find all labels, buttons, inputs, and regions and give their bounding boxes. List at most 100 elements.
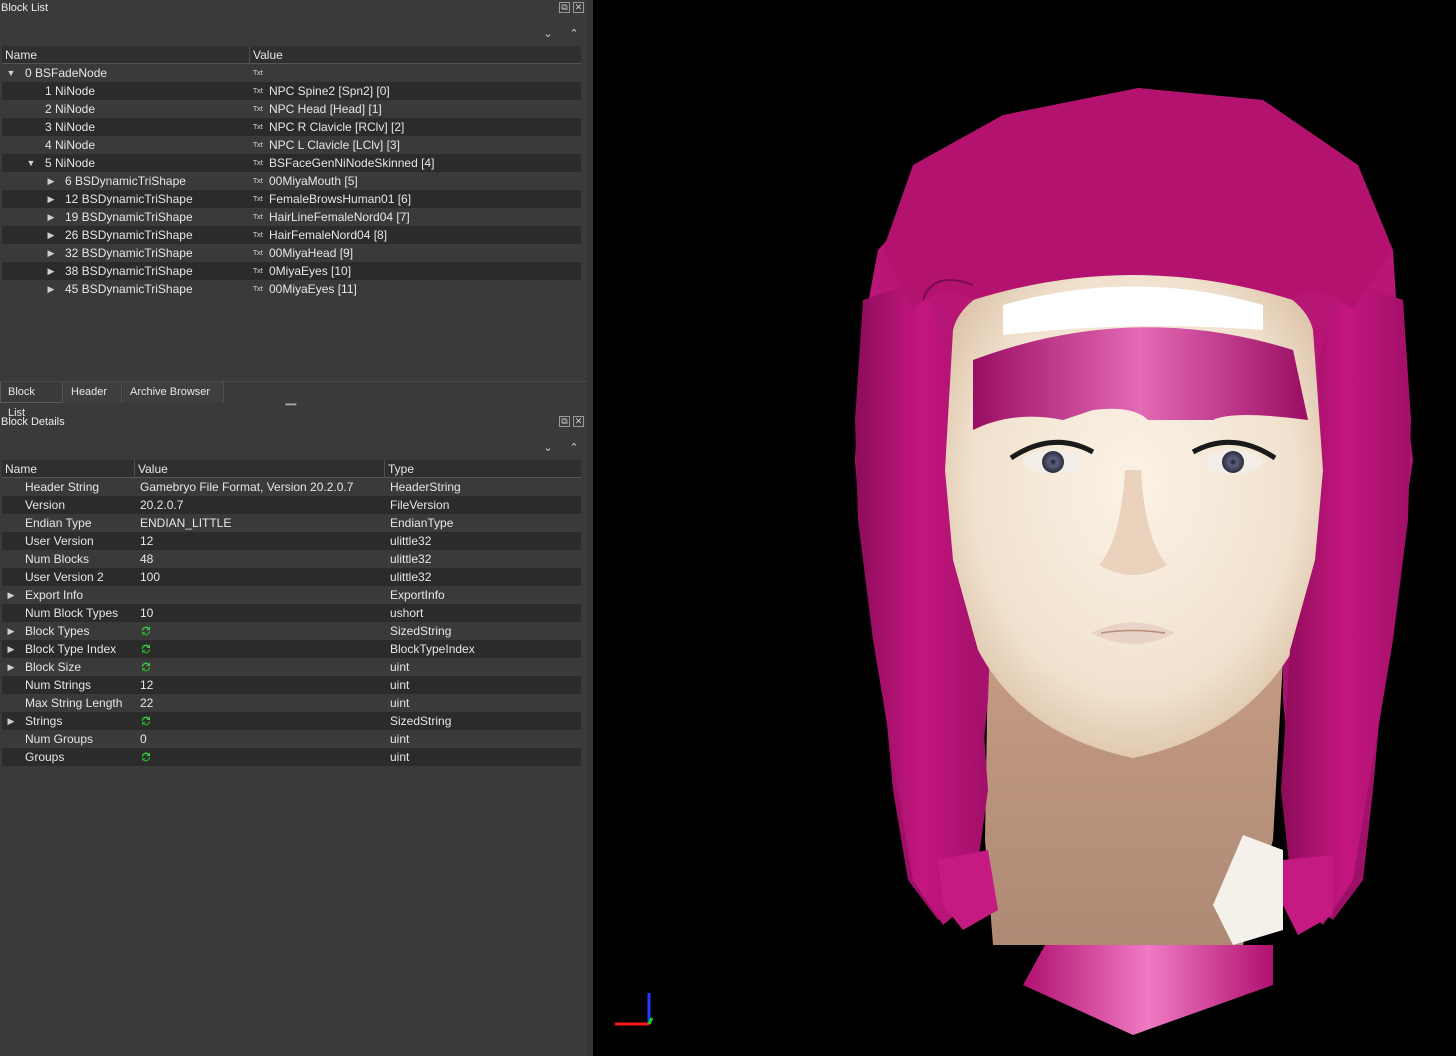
block-list-row[interactable]: 4 NiNode Txt NPC L Clavicle [LClv] [3] bbox=[2, 136, 581, 154]
detail-row[interactable]: ▶ Strings SizedString bbox=[2, 712, 581, 730]
detail-row[interactable]: ▶ Block Size uint bbox=[2, 658, 581, 676]
field-type: ulittle32 bbox=[390, 552, 432, 566]
column-header-type[interactable]: Type bbox=[385, 460, 581, 478]
block-list-row[interactable]: ▶ 19 BSDynamicTriShape Txt HairLineFemaleNo… bbox=[2, 208, 581, 226]
field-name: Groups bbox=[25, 750, 65, 764]
block-value: Txt HairLineFemaleNord04 [7] bbox=[253, 208, 581, 226]
field-name: User Version 2 bbox=[25, 570, 104, 584]
tab-header[interactable]: Header bbox=[64, 382, 122, 403]
splitter-grip-icon[interactable]: •••••• bbox=[285, 400, 303, 409]
block-list-row[interactable]: 2 NiNode Txt NPC Head [Head] [1] bbox=[2, 100, 581, 118]
block-list-tree[interactable]: Name Value ▼ 0 BSFadeNode Txt 1 NiNode Txt NP… bbox=[2, 46, 581, 298]
field-value[interactable] bbox=[140, 748, 385, 766]
field-value[interactable]: 10 bbox=[140, 604, 385, 622]
block-list-row[interactable]: ▶ 38 BSDynamicTriShape Txt 0MiyaEyes [10] bbox=[2, 262, 581, 280]
expand-arrow-icon[interactable]: ▶ bbox=[6, 658, 16, 676]
expand-arrow-icon[interactable]: ▶ bbox=[46, 280, 56, 298]
column-header-value[interactable]: Value bbox=[135, 460, 385, 478]
field-value[interactable]: ENDIAN_LITTLE bbox=[140, 514, 385, 532]
expand-arrow-icon[interactable]: ▶ bbox=[46, 226, 56, 244]
refresh-array-icon[interactable] bbox=[140, 661, 152, 673]
detail-row[interactable]: ▶ Block Type Index BlockTypeIndex bbox=[2, 640, 581, 658]
field-value[interactable]: Gamebryo File Format, Version 20.2.0.7 bbox=[140, 478, 385, 496]
block-list-row[interactable]: ▶ 45 BSDynamicTriShape Txt 00MiyaEyes [11] bbox=[2, 280, 581, 298]
float-icon[interactable]: ⧉ bbox=[559, 416, 570, 427]
column-header-name[interactable]: Name bbox=[2, 46, 250, 64]
expand-arrow-icon[interactable]: ▶ bbox=[46, 190, 56, 208]
close-icon[interactable]: ✕ bbox=[573, 416, 584, 427]
detail-row[interactable]: Version 20.2.0.7 FileVersion bbox=[2, 496, 581, 514]
block-list-row[interactable]: ▶ 32 BSDynamicTriShape Txt 00MiyaHead [9] bbox=[2, 244, 581, 262]
block-list-row[interactable]: ▼ 5 NiNode Txt BSFaceGenNiNodeSkinned [4] bbox=[2, 154, 581, 172]
field-name: Block Type Index bbox=[25, 642, 117, 656]
field-type: FileVersion bbox=[390, 498, 450, 512]
detail-row[interactable]: Num Blocks 48 ulittle32 bbox=[2, 550, 581, 568]
expand-all-icon[interactable]: ⌃ bbox=[567, 439, 581, 457]
render-viewport[interactable] bbox=[593, 0, 1456, 1056]
block-list-toolbar: ⌄ ⌃ bbox=[531, 25, 581, 43]
collapse-arrow-icon[interactable]: ▼ bbox=[6, 64, 16, 82]
expand-arrow-icon[interactable]: ▶ bbox=[6, 712, 16, 730]
field-value[interactable]: 22 bbox=[140, 694, 385, 712]
expand-arrow-icon[interactable]: ▶ bbox=[46, 262, 56, 280]
block-name: 6 BSDynamicTriShape bbox=[65, 174, 186, 188]
block-details-table[interactable]: Name Value Type Header String Gamebryo Fi… bbox=[2, 460, 581, 766]
block-value: Txt BSFaceGenNiNodeSkinned [4] bbox=[253, 154, 581, 172]
column-header-name[interactable]: Name bbox=[2, 460, 135, 478]
block-list-row[interactable]: ▶ 26 BSDynamicTriShape Txt HairFemaleNord04… bbox=[2, 226, 581, 244]
field-value[interactable] bbox=[140, 640, 385, 658]
block-details-titlebar[interactable]: Block Details ⧉ ✕ bbox=[0, 414, 587, 432]
refresh-array-icon[interactable] bbox=[140, 751, 152, 763]
expand-arrow-icon[interactable]: ▶ bbox=[46, 208, 56, 226]
field-value[interactable]: 0 bbox=[140, 730, 385, 748]
field-value[interactable]: 48 bbox=[140, 550, 385, 568]
collapse-all-icon[interactable]: ⌄ bbox=[541, 25, 555, 43]
tab-block-list[interactable]: Block List bbox=[0, 382, 63, 419]
collapse-arrow-icon[interactable]: ▼ bbox=[26, 154, 36, 172]
block-list-title: Block List bbox=[1, 2, 49, 14]
text-type-icon: Txt bbox=[253, 285, 263, 293]
detail-row[interactable]: Groups uint bbox=[2, 748, 581, 766]
expand-arrow-icon[interactable]: ▶ bbox=[46, 172, 56, 190]
block-name: 32 BSDynamicTriShape bbox=[65, 246, 193, 260]
field-value[interactable]: 12 bbox=[140, 676, 385, 694]
field-value[interactable] bbox=[140, 622, 385, 640]
detail-row[interactable]: Num Groups 0 uint bbox=[2, 730, 581, 748]
expand-all-icon[interactable]: ⌃ bbox=[567, 25, 581, 43]
detail-row[interactable]: ▶ Export Info ExportInfo bbox=[2, 586, 581, 604]
expand-arrow-icon[interactable]: ▶ bbox=[46, 244, 56, 262]
field-value[interactable] bbox=[140, 586, 385, 604]
expand-arrow-icon[interactable]: ▶ bbox=[6, 586, 16, 604]
expand-arrow-icon[interactable]: ▶ bbox=[6, 640, 16, 658]
block-list-titlebar[interactable]: Block List ⧉ ✕ bbox=[0, 0, 587, 18]
refresh-array-icon[interactable] bbox=[140, 643, 152, 655]
collapse-all-icon[interactable]: ⌄ bbox=[541, 439, 555, 457]
field-value[interactable]: 100 bbox=[140, 568, 385, 586]
block-list-row[interactable]: ▼ 0 BSFadeNode Txt bbox=[2, 64, 581, 82]
detail-row[interactable]: Header String Gamebryo File Format, Versi… bbox=[2, 478, 581, 496]
field-value[interactable]: 12 bbox=[140, 532, 385, 550]
block-list-row[interactable]: 3 NiNode Txt NPC R Clavicle [RClv] [2] bbox=[2, 118, 581, 136]
tab-archive-browser[interactable]: Archive Browser bbox=[123, 382, 224, 403]
block-list-row[interactable]: 1 NiNode Txt NPC Spine2 [Spn2] [0] bbox=[2, 82, 581, 100]
detail-row[interactable]: Max String Length 22 uint bbox=[2, 694, 581, 712]
refresh-array-icon[interactable] bbox=[140, 715, 152, 727]
detail-row[interactable]: Num Strings 12 uint bbox=[2, 676, 581, 694]
refresh-array-icon[interactable] bbox=[140, 625, 152, 637]
detail-row[interactable]: User Version 12 ulittle32 bbox=[2, 532, 581, 550]
block-list-row[interactable]: ▶ 6 BSDynamicTriShape Txt 00MiyaMouth [5] bbox=[2, 172, 581, 190]
detail-row[interactable]: Num Block Types 10 ushort bbox=[2, 604, 581, 622]
block-value: Txt HairFemaleNord04 [8] bbox=[253, 226, 581, 244]
detail-row[interactable]: ▶ Block Types SizedString bbox=[2, 622, 581, 640]
block-list-row[interactable]: ▶ 12 BSDynamicTriShape Txt FemaleBrowsHuman… bbox=[2, 190, 581, 208]
float-icon[interactable]: ⧉ bbox=[559, 2, 570, 13]
field-value[interactable] bbox=[140, 658, 385, 676]
field-value[interactable] bbox=[140, 712, 385, 730]
close-icon[interactable]: ✕ bbox=[573, 2, 584, 13]
field-value[interactable]: 20.2.0.7 bbox=[140, 496, 385, 514]
column-header-value[interactable]: Value bbox=[250, 46, 581, 64]
detail-row[interactable]: User Version 2 100 ulittle32 bbox=[2, 568, 581, 586]
detail-row[interactable]: Endian Type ENDIAN_LITTLE EndianType bbox=[2, 514, 581, 532]
field-name: Version bbox=[25, 498, 66, 512]
expand-arrow-icon[interactable]: ▶ bbox=[6, 622, 16, 640]
